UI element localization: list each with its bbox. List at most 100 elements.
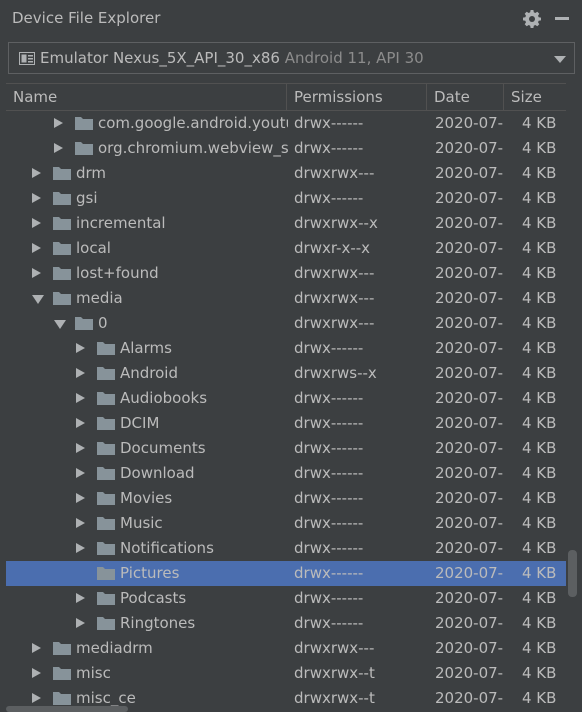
- tree-row[interactable]: Ringtones drwx------ 2020-07- 4 KB: [6, 611, 566, 636]
- permissions-cell: drwx------: [294, 564, 364, 582]
- minimize-icon[interactable]: [555, 17, 569, 20]
- size-cell: 4 KB: [522, 464, 557, 482]
- permissions-cell: drwxrwx---: [294, 164, 375, 182]
- collapsed-arrow-icon[interactable]: [32, 243, 41, 253]
- tree-row[interactable]: Pictures drwx------ 2020-07- 4 KB: [6, 561, 566, 586]
- device-label: Emulator Nexus_5X_API_30_x86 Android 11,…: [40, 49, 424, 67]
- tree-row[interactable]: Movies drwx------ 2020-07- 4 KB: [6, 486, 566, 511]
- collapsed-arrow-icon[interactable]: [76, 618, 85, 628]
- size-cell: 4 KB: [522, 489, 557, 507]
- file-name: com.google.android.youtube: [98, 114, 288, 132]
- file-tree-table: Name Permissions Date Size com.google.an…: [6, 83, 566, 712]
- device-selector[interactable]: Emulator Nexus_5X_API_30_x86 Android 11,…: [8, 42, 575, 74]
- permissions-cell: drwxrwx--t: [294, 664, 375, 682]
- file-name: misc: [76, 664, 111, 682]
- expanded-arrow-icon[interactable]: [54, 320, 66, 329]
- date-cell: 2020-07-: [435, 589, 504, 607]
- collapsed-arrow-icon[interactable]: [76, 418, 85, 428]
- collapsed-arrow-icon[interactable]: [76, 468, 85, 478]
- collapsed-arrow-icon[interactable]: [76, 343, 85, 353]
- collapsed-arrow-icon[interactable]: [32, 218, 41, 228]
- tree-row[interactable]: Notifications drwx------ 2020-07- 4 KB: [6, 536, 566, 561]
- column-header-name[interactable]: Name: [6, 84, 286, 110]
- date-cell: 2020-07-: [435, 514, 504, 532]
- permissions-cell: drwxrwx--x: [294, 214, 378, 232]
- tree-row[interactable]: gsi drwx------ 2020-07- 4 KB: [6, 186, 566, 211]
- folder-icon: [97, 442, 115, 455]
- collapsed-arrow-icon[interactable]: [32, 643, 41, 653]
- tree-row[interactable]: Audiobooks drwx------ 2020-07- 4 KB: [6, 386, 566, 411]
- size-cell: 4 KB: [522, 364, 557, 382]
- date-cell: 2020-07-: [435, 314, 504, 332]
- date-cell: 2020-07-: [435, 214, 504, 232]
- size-cell: 4 KB: [522, 539, 557, 557]
- column-header-permissions[interactable]: Permissions: [286, 84, 426, 110]
- horizontal-scrollbar[interactable]: [6, 706, 128, 712]
- collapsed-arrow-icon[interactable]: [54, 118, 63, 128]
- tree-row[interactable]: media drwxrwx--- 2020-07- 4 KB: [6, 286, 566, 311]
- size-cell: 4 KB: [522, 264, 557, 282]
- tree-row[interactable]: Documents drwx------ 2020-07- 4 KB: [6, 436, 566, 461]
- collapsed-arrow-icon[interactable]: [76, 593, 85, 603]
- tree-row[interactable]: DCIM drwx------ 2020-07- 4 KB: [6, 411, 566, 436]
- chevron-down-icon[interactable]: [554, 56, 566, 63]
- collapsed-arrow-icon[interactable]: [76, 493, 85, 503]
- size-cell: 4 KB: [522, 614, 557, 632]
- date-cell: 2020-07-: [435, 664, 504, 682]
- date-cell: 2020-07-: [435, 539, 504, 557]
- tree-row[interactable]: misc drwxrwx--t 2020-07- 4 KB: [6, 661, 566, 686]
- collapsed-arrow-icon[interactable]: [76, 443, 85, 453]
- emulator-device-icon: [19, 52, 35, 65]
- collapsed-arrow-icon[interactable]: [32, 193, 41, 203]
- tree-row[interactable]: com.google.android.youtube drwx------ 2020…: [6, 111, 566, 136]
- collapsed-arrow-icon[interactable]: [32, 668, 41, 678]
- file-name: Podcasts: [120, 589, 187, 607]
- date-cell: 2020-07-: [435, 464, 504, 482]
- size-cell: 4 KB: [522, 139, 557, 157]
- tree-row[interactable]: local drwxr-x--x 2020-07- 4 KB: [6, 236, 566, 261]
- tree-row[interactable]: lost+found drwxrwx--- 2020-07- 4 KB: [6, 261, 566, 286]
- folder-icon: [97, 567, 115, 580]
- tree-row[interactable]: org.chromium.webview_s drwx------ 2020-07-…: [6, 136, 566, 161]
- permissions-cell: drwx------: [294, 439, 364, 457]
- tree-row[interactable]: mediadrm drwxrwx--- 2020-07- 4 KB: [6, 636, 566, 661]
- collapsed-arrow-icon[interactable]: [76, 393, 85, 403]
- permissions-cell: drwx------: [294, 614, 364, 632]
- permissions-cell: drwxr-x--x: [294, 239, 371, 257]
- collapsed-arrow-icon[interactable]: [76, 543, 85, 553]
- folder-icon: [97, 517, 115, 530]
- permissions-cell: drwxrwx---: [294, 314, 375, 332]
- expanded-arrow-icon[interactable]: [32, 295, 44, 304]
- vertical-scrollbar[interactable]: [568, 550, 577, 597]
- tree-row[interactable]: Alarms drwx------ 2020-07- 4 KB: [6, 336, 566, 361]
- file-name: Notifications: [120, 539, 214, 557]
- file-name: Movies: [120, 489, 173, 507]
- date-cell: 2020-07-: [435, 389, 504, 407]
- collapsed-arrow-icon[interactable]: [32, 268, 41, 278]
- collapsed-arrow-icon[interactable]: [54, 143, 63, 153]
- collapsed-arrow-icon[interactable]: [76, 518, 85, 528]
- column-header-date[interactable]: Date: [426, 84, 503, 110]
- tree-row[interactable]: Android drwxrws--x 2020-07- 4 KB: [6, 361, 566, 386]
- tree-row[interactable]: Podcasts drwx------ 2020-07- 4 KB: [6, 586, 566, 611]
- date-cell: 2020-07-: [435, 189, 504, 207]
- permissions-cell: drwx------: [294, 489, 364, 507]
- tree-row[interactable]: Music drwx------ 2020-07- 4 KB: [6, 511, 566, 536]
- file-name: mediadrm: [76, 639, 153, 657]
- folder-icon: [97, 592, 115, 605]
- permissions-cell: drwxrwx---: [294, 289, 375, 307]
- tree-row[interactable]: 0 drwxrwx--- 2020-07- 4 KB: [6, 311, 566, 336]
- folder-icon: [53, 192, 71, 205]
- collapsed-arrow-icon[interactable]: [76, 368, 85, 378]
- tree-row[interactable]: drm drwxrwx--- 2020-07- 4 KB: [6, 161, 566, 186]
- size-cell: 4 KB: [522, 414, 557, 432]
- permissions-cell: drwxrwx--t: [294, 689, 375, 707]
- tree-row[interactable]: Download drwx------ 2020-07- 4 KB: [6, 461, 566, 486]
- collapsed-arrow-icon[interactable]: [32, 693, 41, 703]
- collapsed-arrow-icon[interactable]: [32, 168, 41, 178]
- column-header-size[interactable]: Size: [503, 84, 566, 110]
- gear-icon[interactable]: [522, 9, 542, 29]
- date-cell: 2020-07-: [435, 264, 504, 282]
- tree-row[interactable]: incremental drwxrwx--x 2020-07- 4 KB: [6, 211, 566, 236]
- folder-icon: [53, 167, 71, 180]
